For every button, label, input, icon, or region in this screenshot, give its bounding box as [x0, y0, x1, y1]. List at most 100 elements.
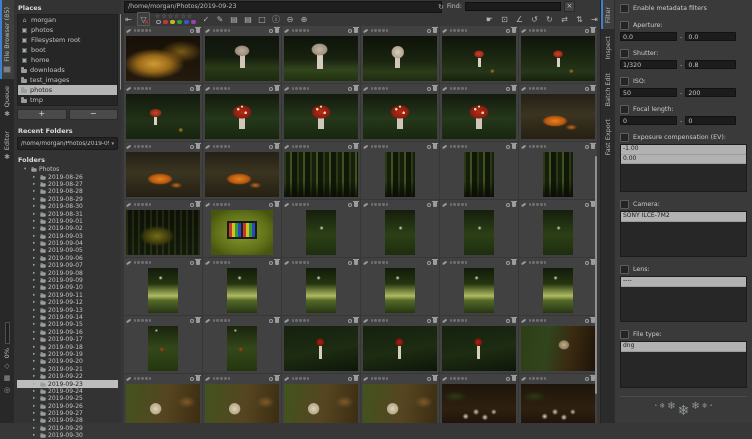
rating-dots[interactable] [292, 203, 310, 205]
expander-icon[interactable] [33, 300, 38, 305]
color-label-icon[interactable] [427, 87, 431, 91]
color-label-icon[interactable] [506, 377, 510, 381]
range-max-input[interactable]: 0.0 [685, 32, 736, 41]
rating-dots[interactable] [292, 29, 310, 31]
show-edited-icon[interactable]: ✓ [201, 13, 212, 25]
profile-edit-icon[interactable] [363, 202, 368, 206]
profile-edit-icon[interactable] [205, 202, 210, 206]
trash-icon[interactable] [591, 144, 595, 149]
color-label-icon[interactable] [269, 377, 273, 381]
photo-thumbnail[interactable] [284, 384, 358, 424]
color-label-icon[interactable] [190, 87, 194, 91]
folder-tree-item[interactable]: 2019-09-21 [17, 366, 118, 373]
photo-thumbnail[interactable] [126, 210, 200, 255]
trash-icon[interactable] [512, 318, 516, 323]
rating-dots[interactable] [213, 319, 231, 321]
list-option[interactable]: SONY ILCE-7M2 [621, 212, 746, 222]
trash-icon[interactable] [196, 318, 200, 323]
color-label-green-icon[interactable] [177, 20, 182, 25]
folder-tree-item[interactable]: 2019-09-30 [17, 432, 118, 439]
thumbnail-cell[interactable] [124, 374, 202, 423]
profile-edit-icon[interactable] [521, 86, 526, 90]
trash-icon[interactable] [275, 144, 279, 149]
thumbnail-cell[interactable] [124, 142, 202, 199]
folder-tree-item[interactable]: 2019-08-26 [17, 173, 118, 180]
close-icon[interactable]: × [564, 1, 575, 12]
photo-thumbnail[interactable] [543, 268, 573, 313]
color-label-icon[interactable] [269, 87, 273, 91]
profile-edit-icon[interactable] [442, 86, 447, 90]
expander-icon[interactable] [33, 345, 38, 350]
folder-tree-item[interactable]: 2019-09-19 [17, 351, 118, 358]
trash-icon[interactable] [275, 376, 279, 381]
profile-edit-icon[interactable] [126, 202, 131, 206]
checkbox-icon[interactable] [620, 265, 629, 274]
trash-icon[interactable] [591, 28, 595, 33]
star-filter-1[interactable]: ☆ [155, 14, 160, 19]
checkbox-icon[interactable] [620, 21, 629, 30]
photo-thumbnail[interactable] [205, 36, 279, 81]
folder-tree-item[interactable]: Photos [17, 166, 118, 173]
expander-icon[interactable] [33, 322, 38, 327]
checkbox-icon[interactable] [620, 49, 629, 58]
profile-edit-icon[interactable] [521, 376, 526, 380]
color-label-none-icon[interactable] [156, 20, 161, 25]
expander-icon[interactable] [33, 226, 38, 231]
photo-thumbnail[interactable] [442, 94, 516, 139]
places-item[interactable]: tmp [18, 95, 117, 105]
places-item[interactable]: test_images [18, 75, 117, 85]
queue-gears-icon[interactable]: Queue ✱ [0, 79, 14, 124]
profile-edit-icon[interactable] [126, 318, 131, 322]
photo-thumbnail[interactable] [442, 36, 516, 81]
photo-thumbnail[interactable] [126, 152, 200, 197]
expander-icon[interactable] [33, 278, 38, 283]
trash-icon[interactable] [512, 376, 516, 381]
photo-thumbnail[interactable] [148, 326, 178, 371]
trash-icon[interactable] [512, 202, 516, 207]
rating-dots[interactable] [529, 261, 547, 263]
photo-thumbnail[interactable] [385, 152, 415, 197]
expander-icon[interactable] [33, 234, 38, 239]
color-label-yellow-icon[interactable] [170, 20, 175, 25]
folder-tree-item[interactable]: 2019-09-03 [17, 233, 118, 240]
rating-dots[interactable] [292, 87, 310, 89]
photo-thumbnail[interactable] [521, 36, 595, 81]
photo-thumbnail[interactable] [284, 326, 358, 371]
thumbnail-cell[interactable] [440, 142, 518, 199]
thumbnail-cell[interactable] [519, 84, 597, 141]
trash-icon[interactable] [433, 376, 437, 381]
trash-icon[interactable] [354, 28, 358, 33]
profile-edit-icon[interactable] [126, 144, 131, 148]
copy-icon[interactable]: □ [257, 13, 268, 25]
profile-edit-icon[interactable] [363, 144, 368, 148]
expander-icon[interactable] [33, 359, 38, 364]
expander-icon[interactable] [33, 404, 38, 409]
profile-edit-icon[interactable] [521, 28, 526, 32]
color-label-icon[interactable] [506, 319, 510, 323]
expander-icon[interactable] [33, 352, 38, 357]
color-label-icon[interactable] [585, 203, 589, 207]
photo-thumbnail[interactable] [306, 210, 336, 255]
profile-edit-icon[interactable] [205, 318, 210, 322]
refresh-icon[interactable]: ↻ [438, 2, 444, 12]
places-item[interactable]: Filesystem root [18, 35, 117, 45]
trash-icon[interactable] [591, 86, 595, 91]
rating-dots[interactable] [371, 261, 389, 263]
profile-edit-icon[interactable] [521, 202, 526, 206]
enable-metadata-filters[interactable]: Enable metadata filters [620, 4, 747, 13]
flip-vertical-icon[interactable]: ⇅ [574, 13, 585, 25]
thumbnail-cell[interactable] [440, 26, 518, 83]
color-label-icon[interactable] [190, 29, 194, 33]
folder-tree-item[interactable]: 2019-09-12 [17, 299, 118, 306]
info-icon[interactable]: ⓘ [271, 13, 282, 25]
range-min-input[interactable]: 0.0 [620, 32, 677, 41]
trash-icon[interactable] [196, 144, 200, 149]
thumbnail-cell[interactable] [282, 84, 360, 141]
rating-dots[interactable] [292, 261, 310, 263]
color-label-red-icon[interactable] [163, 20, 168, 25]
thumbnail-cell[interactable] [203, 200, 281, 257]
folder-tree-item[interactable]: 2019-09-14 [17, 314, 118, 321]
trash-icon[interactable] [196, 260, 200, 265]
star-filter-4[interactable]: ☆ [174, 14, 179, 19]
rating-dots[interactable] [529, 145, 547, 147]
